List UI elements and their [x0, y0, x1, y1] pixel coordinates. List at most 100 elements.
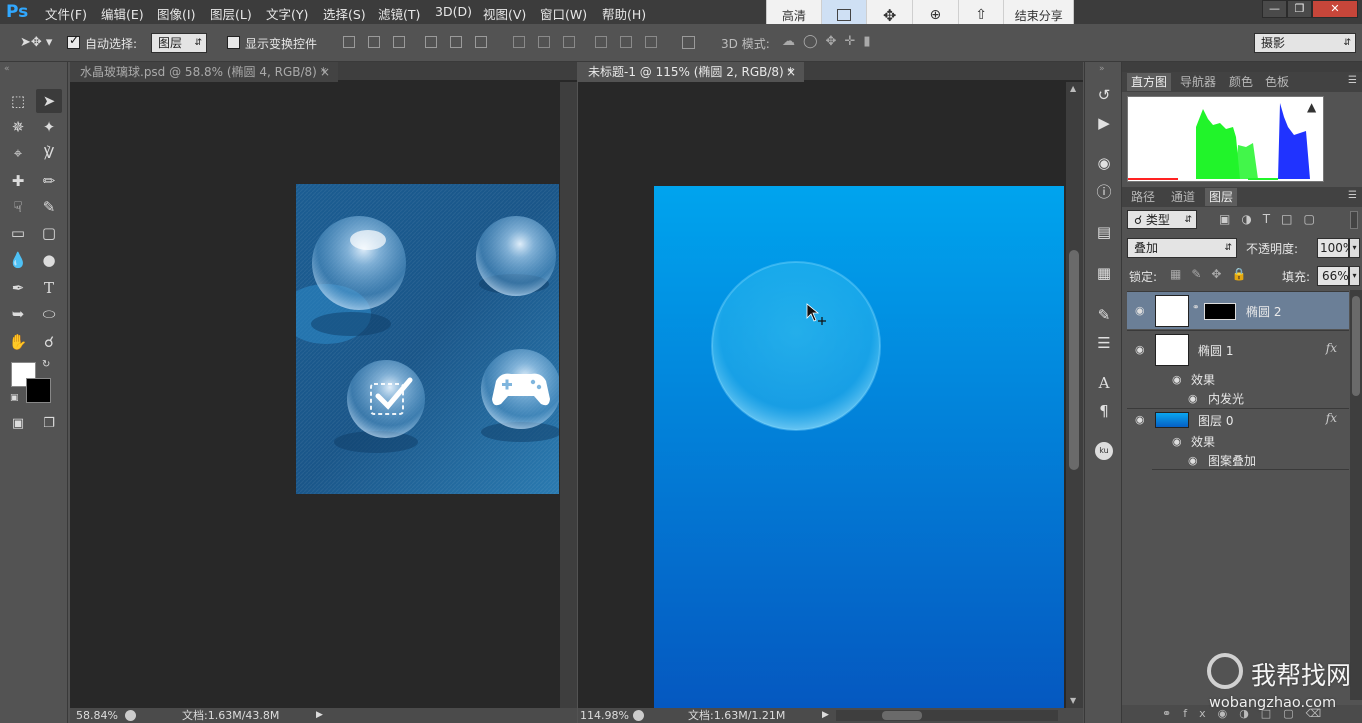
filter-toggle[interactable] — [1350, 211, 1358, 229]
close-tab-icon[interactable]: × — [786, 62, 796, 82]
eraser-tool-icon[interactable]: ▭ — [5, 221, 31, 245]
tab-navigator[interactable]: 导航器 — [1176, 73, 1220, 91]
menu-type[interactable]: 文字(Y) — [266, 4, 308, 23]
visibility-eye-icon[interactable]: ◉ — [1135, 305, 1149, 316]
hand-tool-icon[interactable]: ✋ — [5, 330, 31, 354]
gradient-tool-icon[interactable]: ▢ — [36, 221, 62, 245]
layers-scroll-thumb[interactable] — [1352, 296, 1360, 396]
distribute-left-icon[interactable] — [595, 36, 607, 48]
mask-thumbnail[interactable] — [1204, 303, 1236, 320]
align-right-icon[interactable] — [475, 36, 487, 48]
collapse-strip-icon[interactable]: » — [1099, 64, 1105, 74]
healing-brush-tool-icon[interactable]: ✚ — [5, 169, 31, 193]
tab-layers[interactable]: 图层 — [1205, 188, 1238, 206]
menu-window[interactable]: 窗口(W) — [540, 4, 587, 23]
history-panel-icon[interactable]: ↺ — [1093, 84, 1115, 106]
menu-file[interactable]: 文件(F) — [45, 4, 87, 23]
clone-source-panel-icon[interactable]: ◉ — [1093, 152, 1115, 174]
fx-icon[interactable]: fx — [1326, 411, 1337, 425]
opacity-field[interactable]: 100% — [1317, 238, 1354, 258]
menu-select[interactable]: 选择(S) — [323, 4, 366, 23]
opacity-slider-icon[interactable]: ▾ — [1349, 238, 1360, 258]
tab-color[interactable]: 颜色 — [1225, 73, 1257, 91]
zoom-level[interactable]: 58.84% — [76, 708, 118, 723]
marquee-tool-icon[interactable]: ⬚ — [5, 89, 31, 113]
effect-inner-glow-row[interactable]: ◉ 内发光 — [1152, 388, 1349, 408]
share-status-icon[interactable] — [125, 710, 136, 721]
scroll-thumb[interactable] — [1069, 250, 1079, 470]
brush-panel-icon[interactable]: ✎ — [1093, 304, 1115, 326]
eyedropper-tool-icon[interactable]: ℣ — [36, 141, 62, 165]
menu-3d[interactable]: 3D(D) — [435, 4, 472, 19]
layer-row-layer-0[interactable]: ◉ 图层 0 fx — [1127, 408, 1349, 430]
lasso-tool-icon[interactable]: ✵ — [5, 115, 31, 139]
default-colors-icon[interactable]: ▣ — [10, 393, 19, 403]
layer-row-ellipse-2[interactable]: ◉ ⚭ 椭圆 2 — [1127, 291, 1349, 329]
crop-tool-icon[interactable]: ⌖ — [5, 141, 31, 165]
link-icon[interactable]: ⚭ — [1192, 303, 1200, 313]
tab-swatches[interactable]: 色板 — [1261, 73, 1293, 91]
screen-mode-icon[interactable]: ❐ — [36, 412, 62, 436]
distribute-top-icon[interactable] — [513, 36, 525, 48]
show-transform-checkbox[interactable] — [227, 36, 240, 49]
status-menu-arrow-icon[interactable]: ▶ — [316, 708, 323, 723]
history-brush-tool-icon[interactable]: ✎ — [36, 195, 62, 219]
dodge-tool-icon[interactable]: ● — [36, 248, 62, 272]
pen-tool-icon[interactable]: ✒ — [5, 276, 31, 300]
auto-align-icon[interactable] — [682, 36, 695, 49]
zoom-level[interactable]: 114.98% — [580, 708, 629, 723]
brush-tool-icon[interactable]: ✏ — [36, 169, 62, 193]
filter-kind-icons[interactable]: ▣◑T□▢ — [1219, 212, 1326, 226]
fill-field[interactable]: 66% — [1317, 266, 1349, 286]
align-top-icon[interactable] — [343, 36, 355, 48]
swap-colors-icon[interactable]: ↻ — [42, 359, 50, 370]
distribute-vcenter-icon[interactable] — [538, 36, 550, 48]
lock-icons[interactable]: ▦✎✥🔒 — [1170, 267, 1256, 281]
tab-crystal-balls-psd[interactable]: 水晶玻璃球.psd @ 58.8% (椭圆 4, RGB/8) * × — [70, 62, 338, 82]
minimize-button[interactable]: — — [1262, 0, 1287, 18]
tab-histogram[interactable]: 直方图 — [1127, 73, 1172, 91]
blend-mode-dropdown[interactable]: 叠加 ⇵ — [1127, 238, 1237, 258]
blur-tool-icon[interactable]: 💧 — [5, 248, 31, 272]
visibility-eye-icon[interactable]: ◉ — [1135, 344, 1149, 355]
background-color-swatch[interactable] — [26, 378, 51, 403]
layer-row-ellipse-1[interactable]: ◉ 椭圆 1 fx — [1127, 330, 1349, 368]
clone-stamp-tool-icon[interactable]: ☟ — [5, 195, 31, 219]
warning-icon[interactable]: ▲ — [1307, 100, 1316, 114]
path-select-tool-icon[interactable]: ➥ — [5, 302, 31, 326]
character-panel-icon[interactable]: A — [1093, 372, 1115, 394]
effects-row[interactable]: ◉ 效果 — [1152, 431, 1349, 451]
layers-menu-icon[interactable]: ☰ — [1348, 190, 1357, 201]
magic-wand-tool-icon[interactable]: ✦ — [36, 115, 62, 139]
visibility-eye-icon[interactable]: ◉ — [1172, 374, 1186, 385]
menu-image[interactable]: 图像(I) — [157, 4, 195, 23]
zoom-tool-icon[interactable]: ☌ — [36, 330, 62, 354]
menu-help[interactable]: 帮助(H) — [602, 4, 646, 23]
layer-filter-dropdown[interactable]: ☌ 类型 ⇵ — [1127, 210, 1197, 229]
3d-mode-icons[interactable]: ☁◯✥✛▮ — [782, 34, 879, 49]
visibility-eye-icon[interactable]: ◉ — [1188, 393, 1202, 404]
close-window-button[interactable]: ✕ — [1312, 0, 1358, 18]
close-tab-icon[interactable]: × — [320, 62, 330, 82]
actions-panel-icon[interactable]: ▶ — [1093, 112, 1115, 134]
tab-paths[interactable]: 路径 — [1127, 188, 1159, 206]
visibility-eye-icon[interactable]: ◉ — [1135, 414, 1149, 425]
scroll-down-icon[interactable]: ▼ — [1070, 696, 1076, 705]
fx-icon[interactable]: fx — [1326, 341, 1337, 355]
info-panel-icon[interactable]: ⓘ — [1093, 181, 1115, 203]
visibility-eye-icon[interactable]: ◉ — [1172, 436, 1186, 447]
status-menu-arrow-icon[interactable]: ▶ — [822, 708, 829, 723]
distribute-right-icon[interactable] — [645, 36, 657, 48]
tab-untitled-1[interactable]: 未标题-1 @ 115% (椭圆 2, RGB/8) * × — [578, 62, 804, 82]
adjustments-panel-icon[interactable]: ☰ — [1093, 332, 1115, 354]
horizontal-scrollbar[interactable] — [836, 710, 1058, 721]
fill-slider-icon[interactable]: ▾ — [1349, 266, 1360, 286]
auto-select-dropdown[interactable]: 图层 ⇵ — [151, 33, 207, 53]
align-vcenter-icon[interactable] — [368, 36, 380, 48]
effect-pattern-overlay-row[interactable]: ◉ 图案叠加 — [1152, 450, 1349, 470]
tab-channels[interactable]: 通道 — [1167, 188, 1199, 206]
distribute-bottom-icon[interactable] — [563, 36, 575, 48]
align-hcenter-icon[interactable] — [450, 36, 462, 48]
menu-view[interactable]: 视图(V) — [483, 4, 526, 23]
share-status-icon[interactable] — [633, 710, 644, 721]
